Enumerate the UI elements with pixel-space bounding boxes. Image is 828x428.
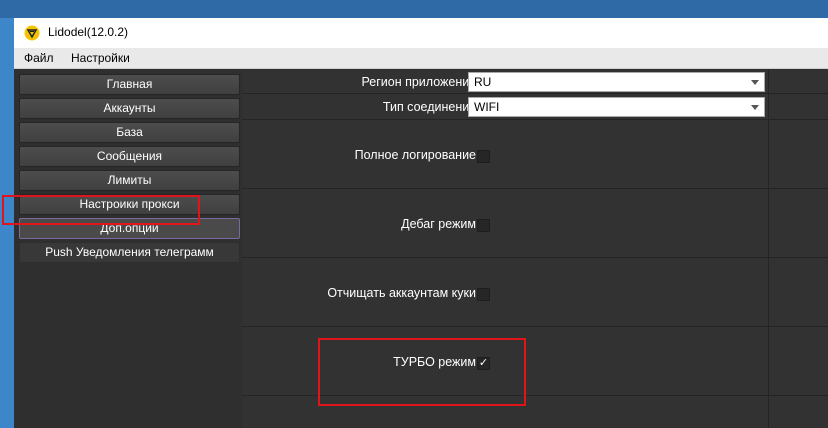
setting-row-clear-cookies: Отчищать аккаунтам куки bbox=[242, 258, 828, 327]
setting-row-full-logging: Полное логирование bbox=[242, 120, 828, 189]
highlight-box-turbo bbox=[318, 338, 526, 406]
region-value: RU bbox=[474, 75, 492, 89]
sidebar-item-accounts[interactable]: Аккаунты bbox=[19, 98, 240, 119]
lidodel-logo-icon bbox=[24, 25, 40, 41]
sidebar-nav: Главная Аккаунты База Сообщения Лимиты Н… bbox=[14, 70, 244, 428]
menu-settings[interactable]: Настройки bbox=[71, 51, 130, 65]
clear-cookies-label: Отчищать аккаунтам куки bbox=[327, 286, 476, 300]
setting-row-debug: Дебаг режим bbox=[242, 189, 828, 258]
debug-label: Дебаг режим bbox=[401, 217, 476, 231]
connection-label: Тип соединения bbox=[382, 100, 476, 114]
sidebar-item-database[interactable]: База bbox=[19, 122, 240, 143]
debug-checkbox[interactable] bbox=[477, 219, 490, 232]
window-title: Lidodel(12.0.2) bbox=[48, 25, 129, 39]
sidebar-item-limits[interactable]: Лимиты bbox=[19, 170, 240, 191]
chevron-down-icon bbox=[751, 80, 759, 85]
title-bar[interactable]: Lidodel(12.0.2) bbox=[14, 18, 828, 48]
desktop-background bbox=[0, 0, 828, 18]
region-label: Регион приложения bbox=[361, 75, 476, 89]
region-select[interactable]: RU bbox=[468, 72, 765, 92]
setting-row-connection: Тип соединения WIFI bbox=[242, 94, 828, 120]
chevron-down-icon bbox=[751, 105, 759, 110]
sidebar-item-messages[interactable]: Сообщения bbox=[19, 146, 240, 167]
setting-row-region: Регион приложения RU bbox=[242, 70, 828, 94]
menu-bar: Файл Настройки bbox=[14, 48, 828, 69]
full-logging-label: Полное логирование bbox=[354, 148, 476, 162]
menu-file[interactable]: Файл bbox=[24, 51, 54, 65]
sidebar-item-telegram-push[interactable]: Push Уведомления телеграмм bbox=[19, 242, 240, 263]
connection-value: WIFI bbox=[474, 100, 500, 114]
connection-select[interactable]: WIFI bbox=[468, 97, 765, 117]
highlight-box-extra-options bbox=[2, 195, 200, 225]
full-logging-checkbox[interactable] bbox=[477, 150, 490, 163]
sidebar-item-main[interactable]: Главная bbox=[19, 74, 240, 95]
clear-cookies-checkbox[interactable] bbox=[477, 288, 490, 301]
